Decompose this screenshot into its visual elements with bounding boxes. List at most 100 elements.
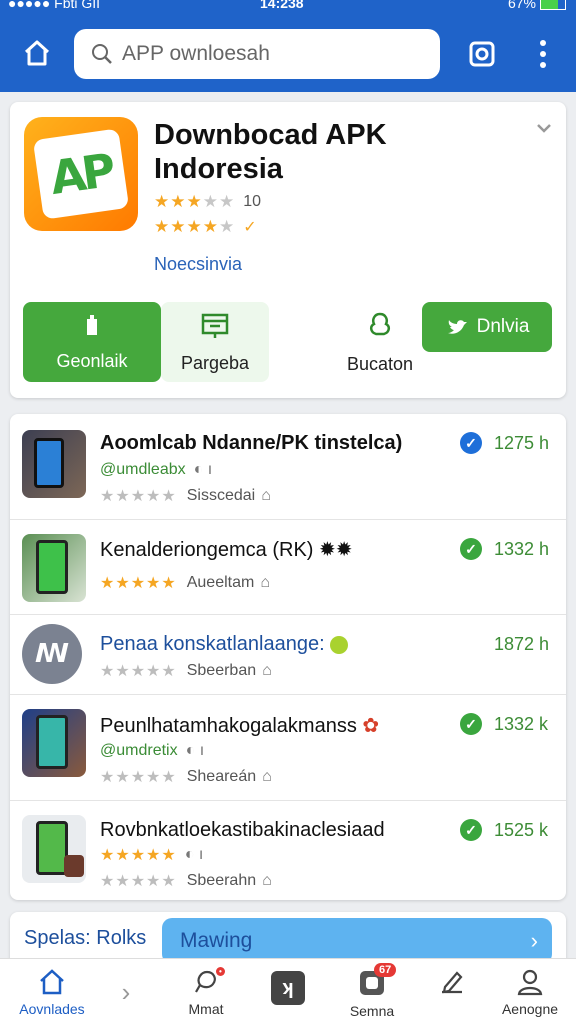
notification-badge: 67: [374, 963, 397, 977]
star-rating: ★★★★★: [100, 575, 177, 592]
app-logo-mark: AP: [46, 142, 116, 206]
list-item-title: Kenalderiongemca (RK) ✹✹: [100, 537, 460, 562]
chevron-right-icon: ›: [121, 977, 131, 1007]
info-icon: ◐ ı: [184, 846, 204, 863]
store-icon: ʞ: [271, 971, 305, 1005]
star-rating: ★★★★★: [100, 873, 177, 890]
thumbs-up-icon: ⌂: [262, 872, 272, 889]
list-item-meta: ★★★★★ Sbeerahn ⌂: [100, 871, 272, 891]
star-rating: ★★★★★: [100, 663, 177, 680]
verified-check-icon: ✓: [460, 432, 482, 454]
list-item-title: Rovbnkatloekastibakinaclesiaad: [100, 819, 385, 841]
bird-icon: [447, 320, 467, 334]
star-rating: ★★★★★: [154, 217, 236, 236]
list-item-label: Sheareán: [186, 768, 257, 785]
banner-label: Spelas: Rolks: [24, 927, 147, 949]
nav-label: Aovnlades: [19, 1001, 85, 1017]
list-item-meta: ★★★★★ Sisscedai ⌂: [100, 486, 271, 506]
bottom-navigation: Aovnlades › • Mmat ʞ 67 Semna Aenogne: [0, 958, 576, 1024]
nav-item-profile[interactable]: Aenogne: [482, 967, 576, 1024]
list-item[interactable]: Rovbnkatloekastibakinaclesiaad ★★★★★ ◐ ı…: [10, 801, 566, 900]
edit-icon: [442, 971, 463, 994]
home-button[interactable]: [14, 30, 60, 76]
rating-row: ★★★★★ 10: [154, 191, 261, 213]
nav-label: Semna: [349, 1003, 395, 1019]
list-item-title: Aoomlcab Ndanne/PK tinstelca): [100, 432, 403, 454]
star-rating: ★★★★★: [154, 192, 236, 211]
thumbs-up-icon: ⌂: [260, 574, 270, 591]
list-item[interactable]: ꟿ Penaa konskatlanlaange: ★★★★★ Sbeerban…: [10, 615, 566, 695]
list-item-meta: ★★★★★ Sbeerban ⌂: [100, 661, 272, 681]
star-rating: ★★★★★: [100, 488, 177, 505]
app-list: Aoomlcab Ndanne/PK tinstelca) @umdleabx …: [10, 414, 566, 900]
search-icon: [92, 44, 112, 64]
search-input[interactable]: [122, 42, 412, 66]
list-item-size: 1872 h: [494, 634, 550, 654]
download-button[interactable]: Geonlaik: [23, 302, 161, 382]
list-item[interactable]: Peunlhatamhakogalakmanss ✿ @umdretix ◐ ı…: [10, 695, 566, 801]
list-item-label: Sbeerahn: [186, 872, 257, 889]
top-app-bar: ●●●●● Fbti GII 14:238 67%: [0, 0, 576, 92]
list-item-title-text: Penaa konskatlanlaange:: [100, 633, 325, 655]
location-icon: [370, 312, 390, 335]
location-label: Bucaton: [346, 353, 414, 374]
thumbs-up-icon: ⌂: [262, 662, 272, 679]
list-item-meta: ★★★★★ Sheareán ⌂: [100, 767, 272, 787]
list-item-title-text: Kenalderiongemca (RK) ✹✹: [100, 539, 353, 561]
chevron-right-icon: ›: [530, 928, 538, 953]
location-button[interactable]: Bucaton: [322, 302, 438, 382]
list-item-subtitle-row: @umdleabx ◐ ı: [100, 460, 212, 480]
scan-button[interactable]: [462, 33, 502, 75]
info-icon: ◐ ı: [185, 742, 205, 759]
notification-dot: •: [216, 967, 225, 976]
app-developer-link[interactable]: Noecsinvia: [154, 254, 242, 275]
verified-check-icon: ✓: [460, 713, 482, 735]
lime-icon: [330, 635, 349, 654]
download-icon: [87, 314, 97, 335]
share-button[interactable]: Dnlvia: [422, 302, 552, 352]
info-icon: ◐ ı: [193, 461, 213, 478]
list-item-label: Sbeerban: [186, 662, 257, 679]
share-label: Dnlvia: [476, 316, 530, 337]
list-item-subtitle: @umdretix: [100, 742, 178, 759]
home-icon: [40, 969, 64, 995]
list-item-meta: ★★★★★ Aueeltam ⌂: [100, 573, 270, 593]
list-item-label: Sisscedai: [186, 487, 256, 504]
app-title: Downbocad APK Indoresia: [154, 119, 387, 185]
list-item-label: Aueeltam: [186, 574, 255, 591]
list-item[interactable]: Kenalderiongemca (RK) ✹✹ ★★★★★ Aueeltam …: [10, 520, 566, 615]
list-item-title-text: Peunlhatamhakogalakmanss: [100, 715, 357, 737]
app-thumbnail: [22, 534, 86, 602]
more-options-button[interactable]: [528, 33, 558, 75]
list-item-subtitle-row: @umdretix ◐ ı: [100, 741, 204, 761]
battery-indicator: 67%: [507, 0, 566, 11]
carrier-label: ●●●●● Fbti GII: [8, 0, 101, 11]
list-item-title: Penaa konskatlanlaange:: [100, 633, 460, 656]
list-item-title: Peunlhatamhakogalakmanss ✿: [100, 713, 460, 738]
app-thumbnail: [22, 709, 86, 777]
nav-label: Aenogne: [501, 1001, 559, 1017]
app-logo: AP: [24, 117, 138, 231]
verified-check-icon: ✓: [460, 819, 482, 841]
app-thumbnail: ꟿ: [22, 624, 82, 684]
list-item-size: 1332 h: [494, 539, 550, 559]
package-button[interactable]: Pargeba: [161, 302, 269, 382]
list-item[interactable]: Aoomlcab Ndanne/PK tinstelca) @umdleabx …: [10, 414, 566, 520]
rating-badge-icon: ✓: [243, 219, 257, 236]
star-rating: ★★★★★: [100, 847, 177, 864]
banner-button-label: Mawing: [180, 929, 253, 952]
download-label: Geonlaik: [56, 350, 128, 371]
app-thumbnail: [22, 430, 86, 498]
list-item-rating-row: ★★★★★ ◐ ı: [100, 845, 203, 865]
status-time: 14:238: [260, 0, 304, 11]
thumbs-up-icon: ⌂: [261, 487, 271, 504]
battery-percent: 67%: [507, 0, 536, 11]
rating-count: 10: [243, 193, 262, 210]
chevron-down-icon[interactable]: [534, 118, 554, 138]
list-item-subtitle: @umdleabx: [100, 461, 186, 478]
list-item-size: 1275 h: [494, 433, 550, 453]
search-bar[interactable]: [74, 29, 440, 79]
nav-item-store[interactable]: ʞ: [240, 967, 336, 1024]
status-bar: ●●●●● Fbti GII 14:238 67%: [0, 0, 576, 14]
thumbs-up-icon: ⌂: [262, 768, 272, 785]
